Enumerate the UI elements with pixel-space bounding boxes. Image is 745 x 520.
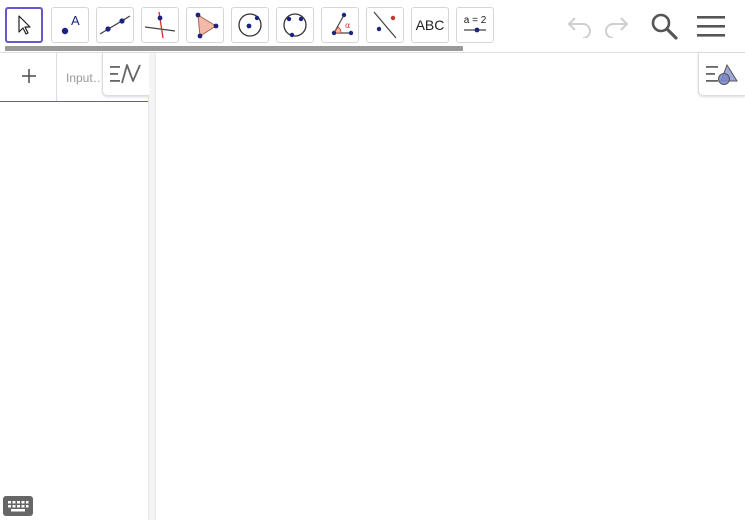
- graphics-style-bar-toggle[interactable]: [698, 53, 745, 96]
- circle-three-points-tool-button[interactable]: [276, 7, 314, 43]
- toolbar-scrollbar[interactable]: [5, 46, 463, 51]
- redo-button[interactable]: [598, 8, 634, 44]
- point-icon: A: [61, 13, 80, 35]
- text-tool-button[interactable]: ABC: [411, 7, 449, 43]
- row-divider: [56, 53, 57, 101]
- angle-tool-button[interactable]: α: [321, 7, 359, 43]
- undo-button[interactable]: [562, 8, 598, 44]
- slider-icon: a = 2: [464, 15, 487, 33]
- line-through-two-points-icon: [99, 15, 131, 35]
- hamburger-menu-icon: [697, 16, 725, 37]
- circle-center-point-icon: [238, 13, 262, 37]
- main-menu-button[interactable]: [693, 8, 729, 44]
- perpendicular-line-icon: [144, 11, 176, 39]
- algebra-style-icon: [110, 64, 141, 84]
- algebra-input-field[interactable]: [66, 69, 104, 87]
- line-tool-button[interactable]: [96, 7, 134, 43]
- virtual-keyboard-button[interactable]: [3, 496, 33, 516]
- plus-icon: [22, 69, 36, 83]
- graphics-view[interactable]: [156, 53, 745, 520]
- point-tool-label: A: [71, 13, 80, 28]
- reflect-about-line-icon: [373, 11, 397, 39]
- algebra-view: [0, 53, 149, 520]
- algebra-style-bar-toggle[interactable]: [102, 53, 149, 96]
- redo-icon: [605, 17, 629, 38]
- polygon-icon: [195, 12, 219, 39]
- slider-tool-button[interactable]: a = 2: [456, 7, 494, 43]
- arrow-cursor-icon: [18, 15, 31, 35]
- graphics-style-icon: [706, 63, 738, 85]
- undo-icon: [567, 17, 591, 38]
- search-button[interactable]: [646, 8, 682, 44]
- slider-tool-label: a = 2: [464, 15, 487, 26]
- keyboard-icon: [8, 501, 29, 512]
- angle-tool-label: α: [345, 21, 350, 30]
- toolbar: A α ABC a = 2: [0, 0, 745, 53]
- text-tool-label: ABC: [415, 17, 445, 33]
- perpendicular-line-tool-button[interactable]: [141, 7, 179, 43]
- view-resizer[interactable]: [149, 53, 156, 520]
- circle-three-points-icon: [283, 13, 307, 38]
- angle-icon: α: [331, 12, 354, 36]
- circle-tool-button[interactable]: [231, 7, 269, 43]
- add-item-button[interactable]: [18, 65, 40, 87]
- polygon-tool-button[interactable]: [186, 7, 224, 43]
- search-icon: [651, 13, 678, 40]
- reflect-tool-button[interactable]: [366, 7, 404, 43]
- point-tool-button[interactable]: A: [51, 7, 89, 43]
- move-tool-button[interactable]: [5, 7, 43, 43]
